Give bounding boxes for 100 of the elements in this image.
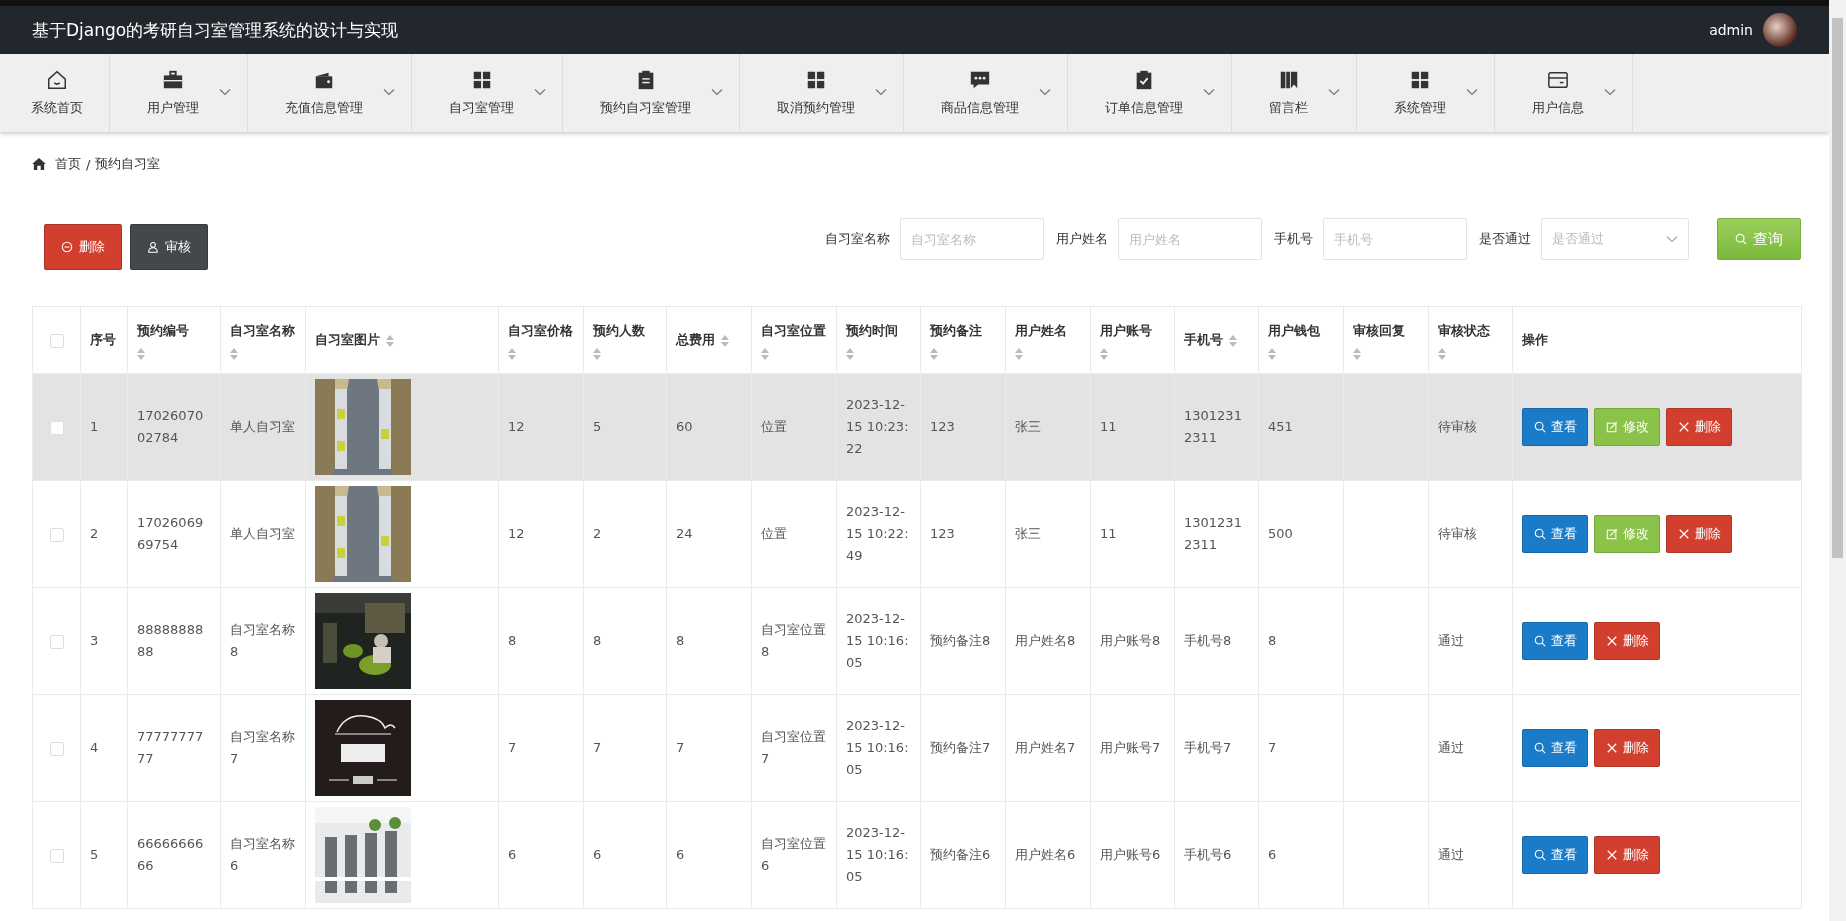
sort-icon[interactable] (1353, 348, 1361, 360)
sort-icon[interactable] (1229, 334, 1237, 347)
table-cell: 1702606969754 (127, 480, 221, 588)
view-button[interactable]: 查看 (1522, 836, 1588, 874)
table-cell: 位置 (751, 373, 837, 481)
audit-button[interactable]: 审核 (130, 224, 208, 270)
table-cell: 13012312311 (1174, 373, 1259, 481)
row-checkbox[interactable] (49, 527, 64, 542)
sort-icon[interactable] (1015, 348, 1023, 360)
row-checkbox[interactable] (49, 634, 64, 649)
app-title: 基于Django的考研自习室管理系统的设计与实现 (32, 18, 399, 42)
table-cell: 2 (80, 480, 128, 588)
briefcase-icon (162, 69, 184, 91)
row-checkbox[interactable] (49, 420, 64, 435)
table-cell: 7 (498, 694, 584, 802)
column-header[interactable]: 用户姓名 (1005, 306, 1091, 374)
view-button[interactable]: 查看 (1522, 729, 1588, 767)
nav-item[interactable]: 订单信息管理 (1068, 54, 1232, 132)
sort-icon[interactable] (846, 348, 854, 360)
field-label: 用户姓名 (1056, 230, 1108, 248)
column-header[interactable]: 自习室位置 (751, 306, 837, 374)
table-cell: 预约备注8 (920, 587, 1006, 695)
scrollbar[interactable] (1829, 0, 1846, 921)
column-header[interactable]: 总费用 (666, 306, 752, 374)
table-cell: 24 (666, 480, 752, 588)
table-cell: 5 (80, 801, 128, 909)
column-header[interactable]: 预约备注 (920, 306, 1006, 374)
view-button[interactable]: 查看 (1522, 622, 1588, 660)
minus-circle-icon (61, 241, 73, 253)
close-icon (1677, 421, 1690, 433)
view-button[interactable]: 查看 (1522, 515, 1588, 553)
search-field[interactable]: 用户姓名 (1118, 218, 1262, 260)
table-cell: 预约备注6 (920, 801, 1006, 909)
table-cell: 用户姓名7 (1005, 694, 1091, 802)
column-header[interactable]: 用户钱包 (1258, 306, 1344, 374)
column-header[interactable]: 审核状态 (1428, 306, 1513, 374)
table-cell: 12 (498, 373, 584, 481)
avatar[interactable] (1763, 13, 1797, 47)
nav-item[interactable]: 用户信息 (1495, 54, 1633, 132)
table-cell: 预约备注7 (920, 694, 1006, 802)
delete-button[interactable]: 删除 (1594, 836, 1660, 874)
column-header[interactable]: 预约时间 (836, 306, 921, 374)
column-header[interactable]: 自习室名称 (220, 306, 306, 374)
column-header[interactable]: 自习室图片 (305, 306, 499, 374)
nav-item[interactable]: 预约自习室管理 (563, 54, 740, 132)
sort-icon[interactable] (1268, 348, 1276, 360)
sort-icon[interactable] (508, 348, 516, 360)
delete-button[interactable]: 删除 (1666, 408, 1732, 446)
breadcrumb-link[interactable]: 首页 (55, 155, 81, 173)
sort-icon[interactable] (386, 334, 394, 347)
table-cell: 2 (583, 480, 667, 588)
search-field[interactable]: 手机号 (1323, 218, 1467, 260)
column-header[interactable]: 审核回复 (1343, 306, 1429, 374)
nav-item[interactable]: 留言栏 (1232, 54, 1357, 132)
column-header[interactable]: 操作 (1512, 306, 1802, 374)
delete-button[interactable]: 删除 (44, 224, 122, 270)
view-button[interactable]: 查看 (1522, 408, 1588, 446)
table-cell: 自习室位置6 (751, 801, 837, 909)
table-cell: 7 (1258, 694, 1344, 802)
sort-icon[interactable] (230, 348, 238, 360)
table-cell: 待审核 (1428, 373, 1513, 481)
column-header[interactable]: 预约编号 (127, 306, 221, 374)
nav-item[interactable]: 充值信息管理 (248, 54, 412, 132)
edit-icon (1605, 528, 1618, 540)
table-cell: 1 (80, 373, 128, 481)
sort-icon[interactable] (721, 334, 729, 347)
sort-icon[interactable] (761, 348, 769, 360)
column-header[interactable]: 用户账号 (1090, 306, 1175, 374)
nav-item[interactable]: 系统管理 (1357, 54, 1495, 132)
nav-item[interactable]: 系统首页 (5, 54, 110, 132)
caret-icon (711, 88, 723, 96)
column-header[interactable]: 预约人数 (583, 306, 667, 374)
nav-item[interactable]: 商品信息管理 (904, 54, 1068, 132)
delete-button[interactable]: 删除 (1594, 729, 1660, 767)
nav-item[interactable]: 取消预约管理 (740, 54, 904, 132)
column-header[interactable]: 序号 (80, 306, 128, 374)
sort-icon[interactable] (930, 348, 938, 360)
sort-icon[interactable] (137, 348, 145, 360)
select-all-checkbox[interactable] (49, 333, 64, 348)
delete-button[interactable]: 删除 (1666, 515, 1732, 553)
table-cell: 11 (1090, 480, 1175, 588)
nav-item[interactable]: 用户管理 (110, 54, 248, 132)
table-cell: 2023-12-15 10:16:05 (836, 587, 921, 695)
column-header[interactable]: 自习室价格 (498, 306, 584, 374)
sort-icon[interactable] (593, 348, 601, 360)
row-checkbox[interactable] (49, 741, 64, 756)
sort-icon[interactable] (1100, 348, 1108, 360)
table-cell: 手机号7 (1174, 694, 1259, 802)
table-cell: 通过 (1428, 801, 1513, 909)
row-checkbox[interactable] (49, 848, 64, 863)
sort-icon[interactable] (1438, 348, 1446, 360)
table-cell: 6666666666 (127, 801, 221, 909)
delete-button[interactable]: 删除 (1594, 622, 1660, 660)
nav-item[interactable]: 自习室管理 (412, 54, 563, 132)
username[interactable]: admin (1709, 22, 1753, 38)
column-header[interactable]: 手机号 (1174, 306, 1259, 374)
caret-icon (1328, 88, 1340, 96)
table-cell: 6 (1258, 801, 1344, 909)
table-cell: 2023-12-15 10:16:05 (836, 801, 921, 909)
search-field[interactable]: 自习室名称 (900, 218, 1044, 260)
